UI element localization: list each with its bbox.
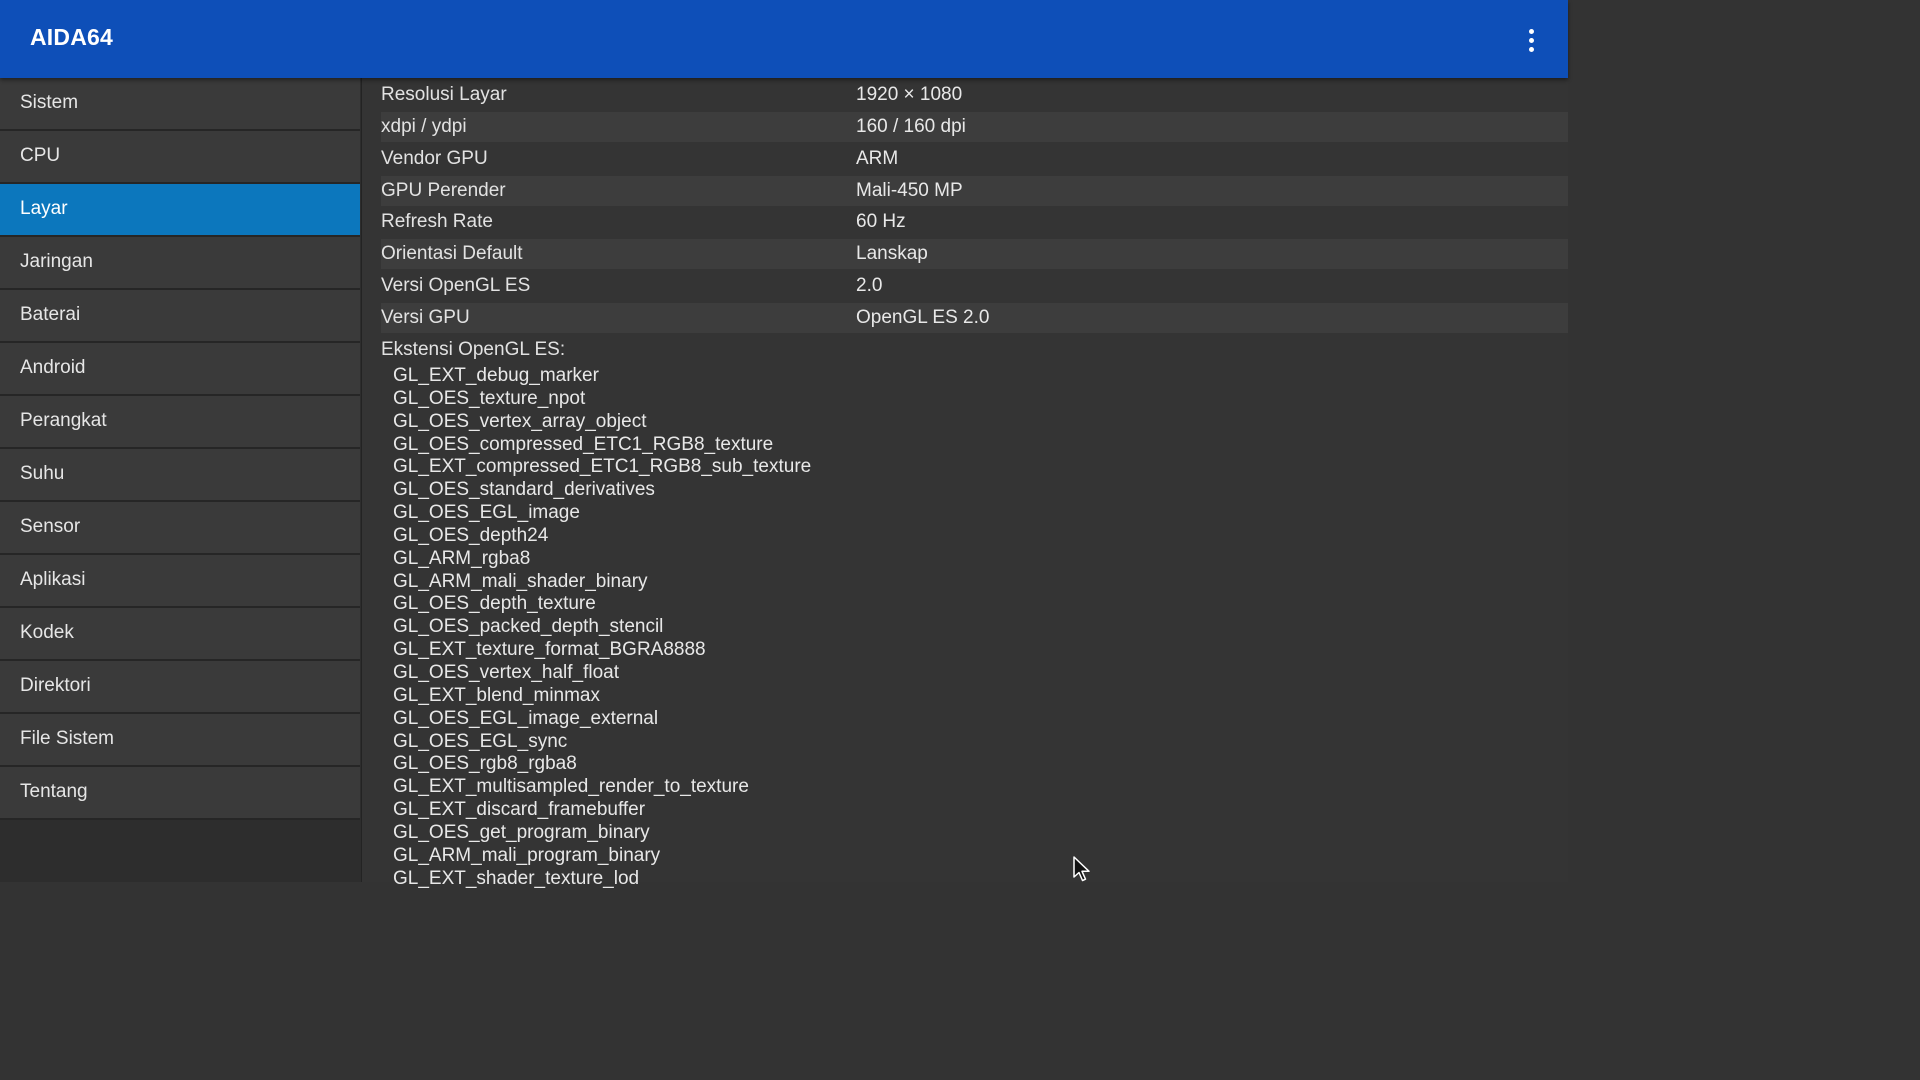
property-value: OpenGL ES 2.0 [856,306,990,328]
extension-item: GL_OES_standard_derivatives [393,479,655,501]
menu-dot [1528,28,1534,34]
sidebar-item-suhu[interactable]: Suhu [0,449,360,502]
extension-item: GL_EXT_blend_minmax [393,684,600,706]
extension-item: GL_OES_EGL_image_external [393,707,659,729]
property-row: Versi GPU OpenGL ES 2.0 [381,302,1568,333]
extension-item: GL_OES_get_program_binary [393,821,650,843]
sidebar-item-baterai[interactable]: Baterai [0,290,360,343]
property-value: 160 / 160 dpi [856,115,966,137]
property-name: GPU Perender [381,179,506,201]
sidebar-item-label: Direktori [20,675,91,696]
sidebar-item-file-sistem[interactable]: File Sistem [0,714,360,767]
property-row: Resolusi Layar 1920 × 1080 [381,80,1568,110]
extension-item: GL_EXT_shader_texture_lod [393,867,640,889]
property-name: Resolusi Layar [381,84,507,105]
extension-item: GL_OES_compressed_ETC1_RGB8_texture [393,433,774,455]
property-name: Vendor GPU [381,147,488,169]
sidebar-item-label: Aplikasi [20,569,86,590]
property-row: Orientasi Default Lanskap [381,239,1568,270]
sidebar-item-sensor[interactable]: Sensor [0,502,360,555]
extension-item: GL_EXT_debug_marker [393,365,599,386]
extension-item: GL_OES_vertex_half_float [393,661,620,683]
property-name: Refresh Rate [381,211,493,233]
property-name: xdpi / ydpi [381,115,467,137]
mouse-pointer-icon [1073,856,1090,882]
property-value: Lanskap [856,243,928,265]
property-value: 1920 × 1080 [856,84,963,105]
sidebar-item-label: Baterai [20,304,81,325]
sidebar-item-android[interactable]: Android [0,343,360,396]
sidebar-item-label: Layar [20,198,68,219]
extension-item: GL_EXT_multisampled_render_to_texture [393,776,749,798]
sidebar-nav: Sistem CPU Layar Jaringan Baterai Android Pera… [0,78,362,882]
sidebar-item-jaringan[interactable]: Jaringan [0,237,360,290]
extension-item: GL_OES_vertex_array_object [393,410,647,432]
sidebar-item-tentang[interactable]: Tentang [0,767,360,820]
property-value: Mali-450 MP [856,179,963,201]
sidebar-item-label: File Sistem [20,728,114,749]
extension-item: GL_OES_packed_depth_stencil [393,616,664,638]
sidebar-item-label: Tentang [20,781,88,802]
extension-item: GL_EXT_discard_framebuffer [393,799,646,821]
property-value: 2.0 [856,275,883,297]
extension-item: GL_ARM_rgba8 [393,547,531,569]
sidebar-item-kodek[interactable]: Kodek [0,608,360,661]
property-row: GPU Perender Mali-450 MP [381,175,1568,206]
menu-dot [1528,37,1534,43]
sidebar-item-label: CPU [20,145,61,166]
more-vert-icon[interactable] [1512,22,1550,58]
extension-item: GL_ARM_mali_program_binary [393,844,661,866]
sidebar-item-label: Kodek [20,622,74,643]
sidebar-item-label: Android [20,357,86,378]
extension-item: GL_OES_depth_texture [393,593,596,615]
sidebar-item-label: Jaringan [20,251,93,272]
extension-item: GL_OES_EGL_sync [393,730,568,752]
extensions-list: GL_EXT_debug_marker GL_OES_texture_npot GL… [393,365,811,890]
sidebar-item-direktori[interactable]: Direktori [0,661,360,714]
sidebar-item-sistem[interactable]: Sistem [0,78,360,131]
property-name: Versi GPU [381,306,470,328]
extension-item: GL_OES_EGL_image [393,502,580,524]
app-title: AIDA64 [30,24,114,50]
sidebar-item-cpu[interactable]: CPU [0,131,360,184]
sidebar-item-perangkat[interactable]: Perangkat [0,396,360,449]
property-name: Orientasi Default [381,243,523,265]
extensions-header: Ekstensi OpenGL ES: [381,339,566,360]
extension-item: GL_OES_texture_npot [393,387,586,409]
property-value: ARM [856,147,899,169]
property-row: xdpi / ydpi 160 / 160 dpi [381,111,1568,142]
extension-item: GL_OES_depth24 [393,524,549,546]
app-bar: AIDA64 [0,0,1568,78]
sidebar-item-label: Sensor [20,516,81,537]
sidebar-item-aplikasi[interactable]: Aplikasi [0,555,360,608]
menu-dot [1528,46,1534,52]
property-value: 60 Hz [856,211,906,233]
extension-item: GL_EXT_texture_format_BGRA8888 [393,639,706,661]
sidebar-item-layar[interactable]: Layar [0,184,360,237]
property-name: Versi OpenGL ES [381,275,531,297]
property-row: Vendor GPU ARM [381,144,1568,174]
property-row: Refresh Rate 60 Hz [381,207,1568,237]
sidebar-item-label: Sistem [20,92,79,113]
extension-item: GL_EXT_compressed_ETC1_RGB8_sub_texture [393,456,812,478]
extension-item: GL_OES_rgb8_rgba8 [393,753,577,775]
property-row: Versi OpenGL ES 2.0 [381,271,1568,301]
display-info-panel: Resolusi Layar 1920 × 1080 xdpi / ydpi 160 … [362,78,1568,889]
sidebar-item-label: Perangkat [20,410,107,431]
extension-item: GL_ARM_mali_shader_binary [393,570,648,592]
sidebar-item-label: Suhu [20,463,65,484]
